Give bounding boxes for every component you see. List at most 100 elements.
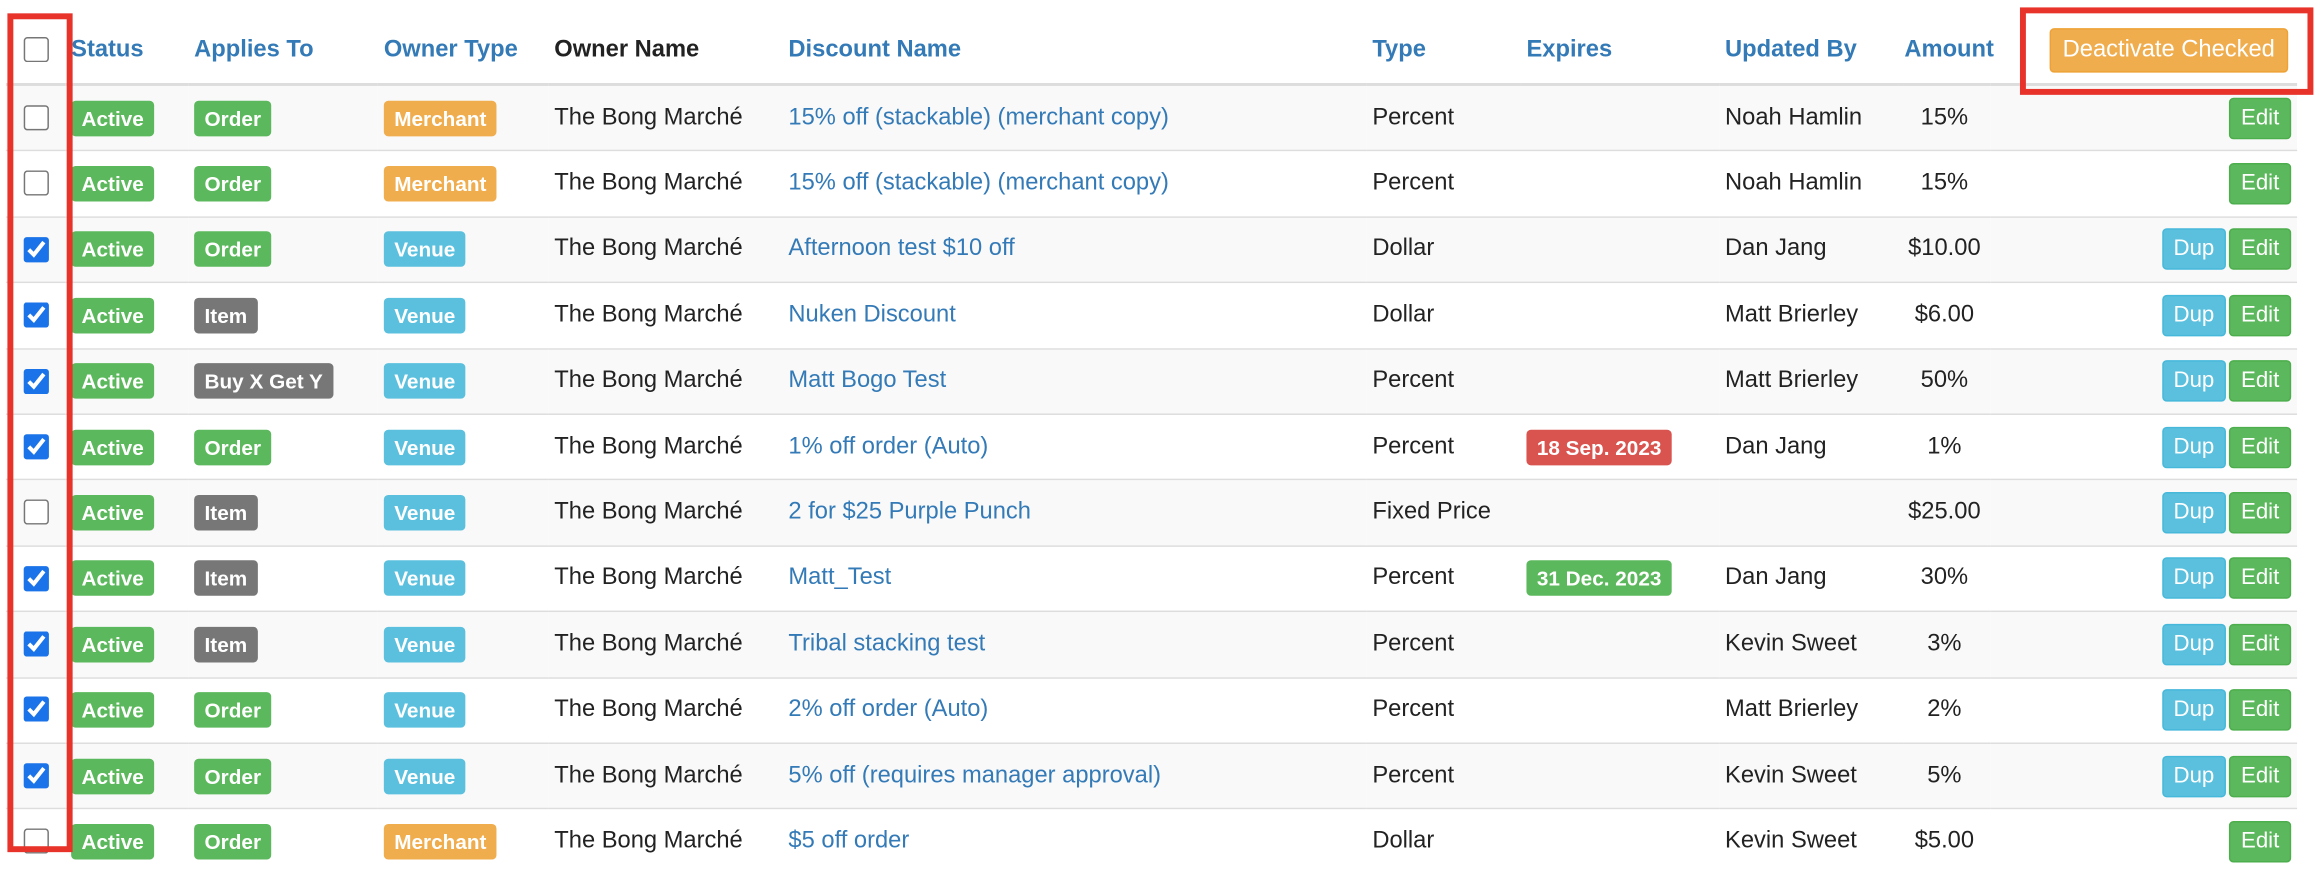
discount-name-link[interactable]: Matt Bogo Test [788, 368, 946, 393]
row-checkbox[interactable] [23, 170, 49, 197]
edit-button[interactable]: Edit [2229, 689, 2292, 731]
status-cell: Active [65, 544, 189, 612]
owner-name-cell: The Bong Marché [548, 676, 783, 744]
edit-button[interactable]: Edit [2229, 623, 2292, 666]
table-row: Active Item Venue The Bong Marché Matt_Test P… [5, 544, 2298, 612]
row-checkbox[interactable] [23, 631, 49, 657]
edit-button[interactable]: Edit [2229, 821, 2292, 863]
discount-name-cell: Nuken Discount [782, 281, 1367, 349]
discount-name-link[interactable]: Nuken Discount [788, 302, 955, 327]
col-status[interactable]: Status [65, 17, 189, 86]
updated-by-cell: Dan Jang [1719, 216, 1899, 283]
discount-name-link[interactable]: 15% off (stackable) (merchant copy) [788, 105, 1168, 130]
dup-button[interactable]: Dup [2161, 426, 2227, 468]
col-actions: Deactivate Checked [1990, 17, 2298, 86]
updated-by-cell: Noah Hamlin [1719, 150, 1899, 217]
row-checkbox[interactable] [23, 236, 49, 262]
table-row: Active Order Merchant The Bong Marché 15% of… [5, 150, 2298, 217]
row-select-cell [5, 83, 66, 152]
select-all-checkbox[interactable] [23, 37, 49, 63]
updated-by-cell: Kevin Sweet [1719, 808, 1899, 874]
col-discount-name[interactable]: Discount Name [782, 17, 1367, 86]
discount-name-link[interactable]: 2% off order (Auto) [788, 697, 988, 722]
edit-button[interactable]: Edit [2229, 492, 2292, 534]
owner-type-cell: Venue [377, 676, 549, 744]
dup-button[interactable]: Dup [2161, 755, 2227, 797]
row-checkbox[interactable] [23, 368, 49, 394]
table-row: Active Order Venue The Bong Marché 2% off or… [5, 676, 2298, 744]
owner-type-cell: Venue [377, 347, 549, 415]
dup-button[interactable]: Dup [2161, 228, 2227, 271]
edit-button[interactable]: Edit [2229, 557, 2292, 600]
owner-type-badge: Merchant [383, 823, 497, 860]
expires-cell [1520, 216, 1720, 283]
col-owner-type[interactable]: Owner Type [377, 17, 549, 86]
amount-cell: 30% [1898, 544, 1991, 612]
type-cell: Percent [1366, 676, 1521, 744]
row-checkbox[interactable] [23, 105, 49, 131]
row-checkbox[interactable] [23, 565, 49, 591]
amount-cell: $6.00 [1898, 281, 1991, 349]
col-expires[interactable]: Expires [1520, 17, 1720, 86]
row-select-cell [5, 150, 66, 217]
edit-button[interactable]: Edit [2229, 294, 2292, 337]
type-cell: Percent [1366, 742, 1521, 809]
col-updated-by[interactable]: Updated By [1719, 17, 1899, 86]
discount-name-cell: Tribal stacking test [782, 610, 1367, 678]
discount-name-link[interactable]: 2 for $25 Purple Punch [788, 499, 1031, 524]
edit-button[interactable]: Edit [2229, 755, 2292, 797]
owner-name-cell: The Bong Marché [548, 808, 783, 874]
discount-name-link[interactable]: 15% off (stackable) (merchant copy) [788, 171, 1168, 196]
owner-name-cell: The Bong Marché [548, 150, 783, 217]
actions-cell: Dup Edit [1990, 216, 2298, 283]
amount-cell: 50% [1898, 347, 1991, 415]
discounts-page: Status Applies To Owner Type Owner Name … [0, 0, 2324, 874]
dup-button[interactable]: Dup [2161, 294, 2227, 337]
row-checkbox[interactable] [23, 302, 49, 328]
deactivate-checked-button[interactable]: Deactivate Checked [2049, 28, 2289, 73]
owner-type-badge: Venue [383, 363, 466, 400]
col-type[interactable]: Type [1366, 17, 1521, 86]
discount-name-link[interactable]: 5% off (requires manager approval) [788, 763, 1161, 788]
discount-name-cell: 2% off order (Auto) [782, 676, 1367, 744]
discount-name-link[interactable]: Matt_Test [788, 565, 891, 590]
amount-cell: $5.00 [1898, 808, 1991, 874]
edit-button[interactable]: Edit [2229, 163, 2292, 205]
discount-name-link[interactable]: Tribal stacking test [788, 631, 985, 656]
owner-name-cell: The Bong Marché [548, 216, 783, 283]
edit-button[interactable]: Edit [2229, 426, 2292, 468]
row-checkbox[interactable] [23, 763, 49, 789]
row-select-cell [5, 544, 66, 612]
amount-cell: 1% [1898, 413, 1991, 480]
edit-button[interactable]: Edit [2229, 97, 2292, 139]
type-cell: Percent [1366, 83, 1521, 152]
row-checkbox[interactable] [23, 434, 49, 460]
discount-name-link[interactable]: Afternoon test $10 off [788, 236, 1014, 261]
row-checkbox[interactable] [23, 499, 49, 526]
type-cell: Percent [1366, 413, 1521, 480]
owner-type-badge: Merchant [383, 166, 497, 202]
owner-type-cell: Venue [377, 479, 549, 546]
row-checkbox[interactable] [23, 697, 49, 723]
row-checkbox[interactable] [23, 828, 49, 855]
col-applies-to[interactable]: Applies To [188, 17, 378, 86]
dup-button[interactable]: Dup [2161, 689, 2227, 731]
col-amount[interactable]: Amount [1898, 17, 1994, 86]
dup-button[interactable]: Dup [2161, 557, 2227, 600]
dup-button[interactable]: Dup [2161, 360, 2227, 402]
discount-name-link[interactable]: $5 off order [788, 828, 909, 853]
dup-button[interactable]: Dup [2161, 623, 2227, 666]
discount-name-link[interactable]: 1% off order (Auto) [788, 434, 988, 459]
owner-name-cell: The Bong Marché [548, 347, 783, 415]
owner-type-badge: Venue [383, 692, 466, 728]
status-badge: Active [71, 758, 155, 794]
edit-button[interactable]: Edit [2229, 360, 2292, 402]
amount-cell: 5% [1898, 742, 1991, 809]
edit-button[interactable]: Edit [2229, 228, 2292, 271]
expires-cell: 31 Dec. 2023 [1520, 544, 1720, 612]
applies-to-cell: Item [188, 610, 378, 678]
dup-button[interactable]: Dup [2161, 492, 2227, 534]
status-cell: Active [65, 610, 189, 678]
updated-by-cell: Dan Jang [1719, 413, 1899, 480]
table-row: Active Order Merchant The Bong Marché 15% of… [5, 83, 2298, 152]
